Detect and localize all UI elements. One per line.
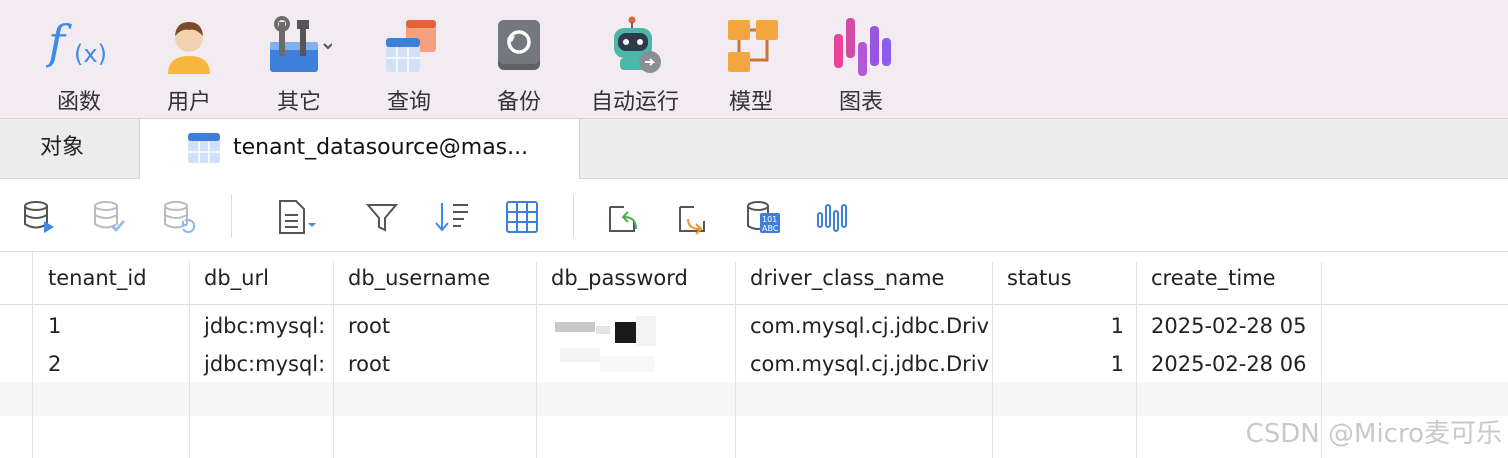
toolbar-user-label: 用户 (166, 90, 211, 115)
toolbar-function-button[interactable]: f (x) 函数 (24, 12, 134, 116)
robot-icon (614, 16, 661, 73)
toolbar-other-button[interactable]: 其它 (244, 12, 354, 116)
column-header[interactable]: db_username (334, 252, 537, 304)
cell-status[interactable]: 1 (993, 345, 1136, 383)
toolbar-other-label: 其它 (276, 90, 321, 115)
text-view-icon[interactable] (276, 199, 322, 235)
toolbar-separator (231, 195, 232, 237)
cell-tenant-id[interactable]: 1 (34, 307, 189, 345)
redaction-mark (615, 322, 636, 343)
column-header[interactable]: driver_class_name (736, 252, 993, 304)
svg-text:(x): (x) (74, 40, 107, 68)
redaction-mark (636, 316, 656, 346)
empty-row (0, 382, 1508, 416)
cell-db-username[interactable]: root (334, 345, 536, 383)
toolbar-model-button[interactable]: 模型 (696, 12, 806, 116)
cell-db-url[interactable]: jdbc:mysql: (190, 345, 333, 383)
cell-create-time[interactable]: 2025-02-28 05 (1137, 307, 1321, 345)
cell-db-username[interactable]: root (334, 307, 536, 345)
tab-objects[interactable]: 对象 (0, 119, 140, 178)
table-icon (188, 133, 220, 163)
rollback-icon[interactable] (162, 199, 198, 235)
begin-transaction-icon[interactable] (22, 199, 58, 235)
query-icon (386, 20, 436, 72)
redaction-mark (560, 348, 600, 362)
tab-tenant-datasource[interactable]: tenant_datasource@mas... (140, 119, 580, 179)
column-header[interactable]: status (993, 252, 1137, 304)
tab-bar: 对象 tenant_datasource@mas... (0, 119, 1508, 179)
cell-tenant-id[interactable]: 2 (34, 345, 189, 383)
toolbar-chart-button[interactable]: 图表 (806, 12, 916, 116)
toolbar-query-button[interactable]: 查询 (354, 12, 464, 116)
profile-icon[interactable] (816, 199, 852, 235)
redaction-mark (600, 356, 655, 372)
toolbar-automation-label: 自动运行 (590, 90, 679, 115)
data-toolbar: 101 ABC (0, 179, 1508, 252)
function-icon: f (x) (46, 16, 107, 69)
cell-driver-class-name[interactable]: com.mysql.cj.jdbc.Driv (736, 307, 992, 345)
grid-view-icon[interactable] (504, 199, 540, 235)
toolbar-backup-button[interactable]: 备份 (464, 12, 574, 116)
toolbar-chart-label: 图表 (838, 90, 883, 115)
column-header[interactable]: tenant_id (34, 252, 190, 304)
commit-icon[interactable] (92, 199, 128, 235)
user-icon (168, 22, 210, 74)
cell-db-url[interactable]: jdbc:mysql: (190, 307, 333, 345)
toolbar-model-label: 模型 (728, 90, 773, 115)
backup-icon (498, 20, 540, 70)
chart-icon (834, 18, 891, 76)
column-header[interactable]: create_time (1137, 252, 1322, 304)
filter-icon[interactable] (364, 199, 400, 235)
svg-text:101: 101 (762, 215, 777, 224)
import-icon[interactable] (606, 199, 642, 235)
column-header[interactable]: db_password (537, 252, 736, 304)
redaction-mark (596, 326, 610, 334)
cell-driver-class-name[interactable]: com.mysql.cj.jdbc.Driv (736, 345, 992, 383)
svg-text:f: f (46, 16, 72, 69)
export-icon[interactable] (676, 199, 712, 235)
sort-icon[interactable] (434, 199, 470, 235)
toolbar-user-button[interactable]: 用户 (134, 12, 244, 116)
grid-header: tenant_id db_url db_username db_password… (0, 252, 1508, 305)
column-header[interactable]: db_url (190, 252, 334, 304)
toolbar-separator-2 (573, 195, 574, 237)
cell-status[interactable]: 1 (993, 307, 1136, 345)
tools-icon (270, 16, 332, 72)
watermark: CSDN @Micro麦可乐 (1245, 419, 1502, 449)
tab-title: tenant_datasource@mas... (233, 135, 529, 160)
toolbar-backup-label: 备份 (496, 90, 541, 115)
cell-create-time[interactable]: 2025-02-28 06 (1137, 345, 1321, 383)
toolbar-function-label: 函数 (56, 90, 101, 115)
svg-text:ABC: ABC (762, 224, 779, 233)
model-icon (728, 20, 778, 72)
toolbar-automation-button[interactable]: 自动运行 (580, 12, 690, 116)
redaction-mark (555, 322, 595, 332)
column-divider (32, 252, 33, 458)
data-generation-icon[interactable]: 101 ABC (746, 199, 782, 235)
toolbar-query-label: 查询 (386, 90, 431, 115)
main-toolbar: f (x) 函数 用户 其它 查询 备份 自动运行 模型 图表 (0, 0, 1508, 119)
